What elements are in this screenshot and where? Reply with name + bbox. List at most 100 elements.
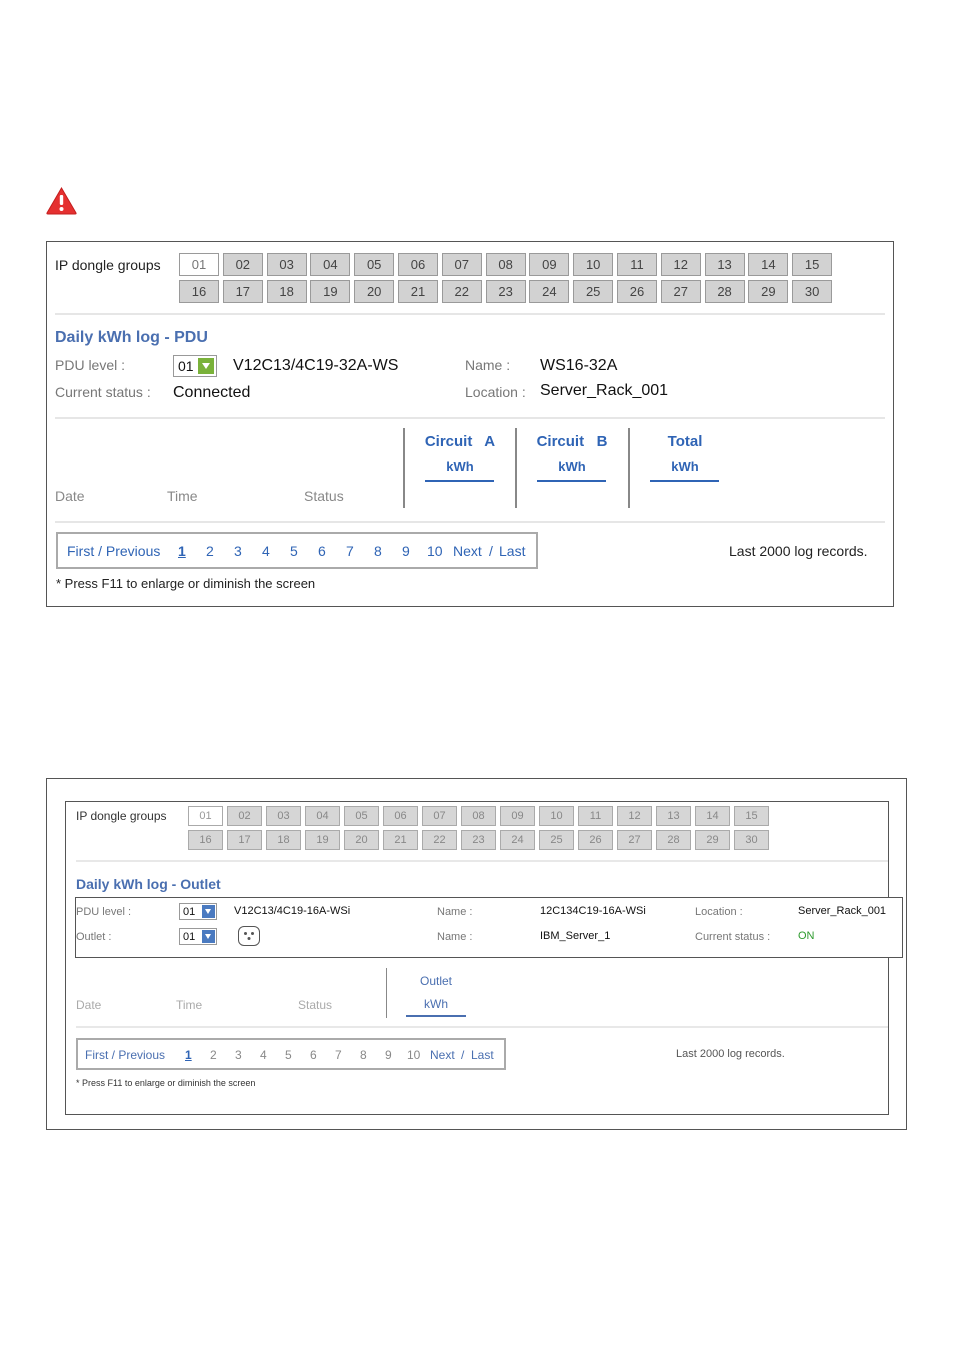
group-button-28[interactable]: 28: [704, 280, 745, 303]
group-button-19[interactable]: 19: [305, 830, 340, 850]
pdu-level-select[interactable]: 01: [179, 903, 217, 920]
group-button-12[interactable]: 12: [617, 806, 652, 826]
group-button-21[interactable]: 21: [383, 830, 418, 850]
page-link-8[interactable]: 8: [374, 543, 382, 559]
page-link-6[interactable]: 6: [310, 1048, 317, 1062]
group-button-08[interactable]: 08: [461, 806, 496, 826]
name-value: WS16-32A: [540, 357, 618, 374]
group-button-23[interactable]: 23: [461, 830, 496, 850]
group-button-07[interactable]: 07: [422, 806, 457, 826]
group-button-13[interactable]: 13: [656, 806, 691, 826]
page-link-10[interactable]: 10: [427, 543, 443, 559]
outlet-select[interactable]: 01: [179, 928, 217, 945]
page-link-6[interactable]: 6: [318, 543, 326, 559]
group-button-22[interactable]: 22: [422, 830, 457, 850]
group-button-05[interactable]: 05: [344, 806, 379, 826]
group-button-10[interactable]: 10: [573, 253, 614, 276]
group-button-16[interactable]: 16: [179, 280, 219, 303]
group-button-17[interactable]: 17: [227, 830, 262, 850]
page-link-1[interactable]: 1: [185, 1048, 192, 1062]
date-column-header: Date: [55, 488, 85, 504]
group-button-26[interactable]: 26: [578, 830, 613, 850]
pdu-level-select[interactable]: 01: [173, 355, 217, 377]
page-link-5[interactable]: 5: [285, 1048, 292, 1062]
first-previous-link[interactable]: First / Previous: [67, 543, 160, 559]
group-button-02[interactable]: 02: [227, 806, 262, 826]
group-button-01[interactable]: 01: [188, 806, 223, 826]
group-button-21[interactable]: 21: [397, 280, 438, 303]
group-button-28[interactable]: 28: [656, 830, 691, 850]
group-button-18[interactable]: 18: [266, 830, 301, 850]
group-button-27[interactable]: 27: [660, 280, 701, 303]
group-button-16[interactable]: 16: [188, 830, 223, 850]
last-link[interactable]: Last: [499, 543, 525, 559]
group-button-18[interactable]: 18: [266, 280, 307, 303]
group-button-30[interactable]: 30: [792, 280, 833, 303]
divider: [55, 313, 885, 315]
group-button-14[interactable]: 14: [695, 806, 730, 826]
group-button-11[interactable]: 11: [578, 806, 613, 826]
group-button-19[interactable]: 19: [310, 280, 351, 303]
group-button-20[interactable]: 20: [354, 280, 395, 303]
first-previous-link[interactable]: First / Previous: [85, 1048, 165, 1062]
page-link-9[interactable]: 9: [402, 543, 410, 559]
group-button-08[interactable]: 08: [485, 253, 526, 276]
chevron-down-icon[interactable]: [202, 930, 215, 943]
page-link-2[interactable]: 2: [206, 543, 214, 559]
group-button-26[interactable]: 26: [616, 280, 657, 303]
group-button-07[interactable]: 07: [441, 253, 482, 276]
group-button-25[interactable]: 25: [573, 280, 614, 303]
page-link-4[interactable]: 4: [262, 543, 270, 559]
group-button-15[interactable]: 15: [734, 806, 769, 826]
last-link[interactable]: Last: [471, 1048, 494, 1062]
next-link[interactable]: Next: [430, 1048, 455, 1062]
group-button-06[interactable]: 06: [383, 806, 418, 826]
group-button-29[interactable]: 29: [695, 830, 730, 850]
group-button-20[interactable]: 20: [344, 830, 379, 850]
group-button-04[interactable]: 04: [305, 806, 340, 826]
group-button-09[interactable]: 09: [500, 806, 535, 826]
log-records-count: Last 2000 log records.: [729, 543, 868, 559]
chevron-down-icon[interactable]: [202, 905, 215, 918]
group-button-27[interactable]: 27: [617, 830, 652, 850]
page-link-3[interactable]: 3: [234, 543, 242, 559]
group-button-11[interactable]: 11: [616, 253, 657, 276]
group-button-23[interactable]: 23: [485, 280, 526, 303]
group-button-03[interactable]: 03: [266, 253, 307, 276]
group-button-24[interactable]: 24: [529, 280, 570, 303]
group-button-22[interactable]: 22: [441, 280, 482, 303]
group-button-17[interactable]: 17: [222, 280, 263, 303]
group-button-06[interactable]: 06: [397, 253, 438, 276]
page-link-4[interactable]: 4: [260, 1048, 267, 1062]
group-button-03[interactable]: 03: [266, 806, 301, 826]
group-button-29[interactable]: 29: [748, 280, 789, 303]
page-link-9[interactable]: 9: [385, 1048, 392, 1062]
group-button-14[interactable]: 14: [748, 253, 789, 276]
group-button-25[interactable]: 25: [539, 830, 574, 850]
outlet-unit: kWh: [424, 997, 448, 1011]
group-button-10[interactable]: 10: [539, 806, 574, 826]
group-button-24[interactable]: 24: [500, 830, 535, 850]
group-button-09[interactable]: 09: [529, 253, 570, 276]
outlet-name-label: Name :: [437, 931, 473, 943]
page-link-2[interactable]: 2: [210, 1048, 217, 1062]
group-button-01[interactable]: 01: [179, 253, 219, 276]
group-button-05[interactable]: 05: [354, 253, 395, 276]
group-button-30[interactable]: 30: [734, 830, 769, 850]
group-button-13[interactable]: 13: [704, 253, 745, 276]
page-link-1[interactable]: 1: [178, 543, 186, 559]
chevron-down-icon[interactable]: [198, 358, 214, 374]
page-link-7[interactable]: 7: [346, 543, 354, 559]
page-link-3[interactable]: 3: [235, 1048, 242, 1062]
page-link-7[interactable]: 7: [335, 1048, 342, 1062]
help-note: * Press F11 to enlarge or diminish the s…: [76, 1078, 256, 1088]
group-button-12[interactable]: 12: [660, 253, 701, 276]
page-link-5[interactable]: 5: [290, 543, 298, 559]
next-link[interactable]: Next: [453, 543, 482, 559]
current-status-value: ON: [798, 930, 815, 942]
group-button-15[interactable]: 15: [792, 253, 833, 276]
group-button-04[interactable]: 04: [310, 253, 351, 276]
group-button-02[interactable]: 02: [222, 253, 263, 276]
page-link-8[interactable]: 8: [360, 1048, 367, 1062]
page-link-10[interactable]: 10: [407, 1048, 420, 1062]
